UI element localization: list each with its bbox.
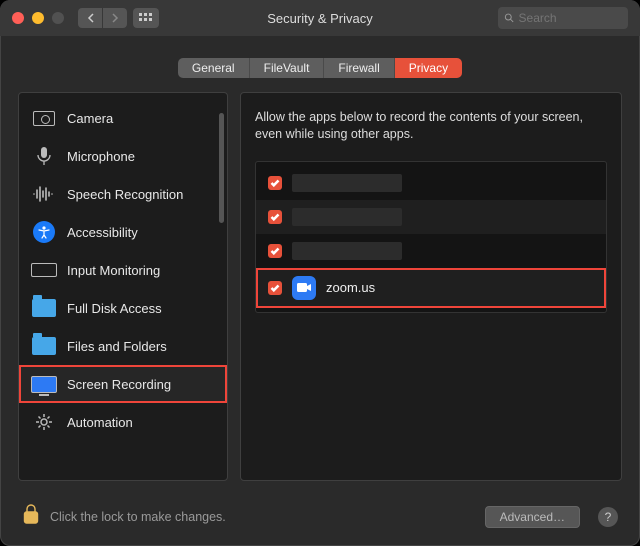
accessibility-icon	[31, 221, 57, 243]
app-checkbox[interactable]	[268, 210, 282, 224]
camera-icon	[31, 107, 57, 129]
gear-icon	[31, 411, 57, 433]
titlebar: Security & Privacy	[0, 0, 640, 36]
content-pane: Allow the apps below to record the conte…	[240, 92, 622, 481]
sidebar-item-label: Accessibility	[67, 225, 138, 240]
sidebar-item-microphone[interactable]: Microphone	[19, 137, 227, 175]
keyboard-icon	[31, 259, 57, 281]
tab-privacy[interactable]: Privacy	[395, 58, 462, 78]
advanced-button[interactable]: Advanced…	[485, 506, 580, 528]
search-input[interactable]	[519, 11, 622, 25]
tab-filevault[interactable]: FileVault	[250, 58, 325, 78]
sidebar-item-files-folders[interactable]: Files and Folders	[19, 327, 227, 365]
lock-message: Click the lock to make changes.	[50, 510, 475, 524]
back-button[interactable]	[78, 8, 102, 28]
sidebar-item-label: Automation	[67, 415, 133, 430]
folder-icon	[31, 297, 57, 319]
sidebar-item-label: Screen Recording	[67, 377, 171, 392]
sidebar-item-label: Input Monitoring	[67, 263, 160, 278]
app-row[interactable]	[256, 234, 606, 268]
tab-general[interactable]: General	[178, 58, 250, 78]
redacted-app-name	[292, 208, 402, 226]
nav-buttons	[78, 8, 127, 28]
sidebar-item-accessibility[interactable]: Accessibility	[19, 213, 227, 251]
app-list: zoom.us	[255, 161, 607, 313]
sidebar-item-label: Speech Recognition	[67, 187, 183, 202]
sidebar-scrollbar[interactable]	[219, 113, 224, 223]
forward-button[interactable]	[103, 8, 127, 28]
search-field[interactable]	[498, 7, 628, 29]
app-name: zoom.us	[326, 280, 375, 295]
waveform-icon	[31, 183, 57, 205]
sidebar-item-screen-recording[interactable]: Screen Recording	[19, 365, 227, 403]
zoom-window-button[interactable]	[52, 12, 64, 24]
footer: Click the lock to make changes. Advanced…	[0, 493, 640, 546]
description-text: Allow the apps below to record the conte…	[255, 109, 607, 143]
help-button[interactable]: ?	[598, 507, 618, 527]
microphone-icon	[31, 145, 57, 167]
app-row[interactable]	[256, 166, 606, 200]
tab-bar: General FileVault Firewall Privacy	[0, 58, 640, 78]
redacted-app-name	[292, 242, 402, 260]
search-icon	[504, 12, 515, 24]
video-camera-icon	[292, 276, 316, 300]
sidebar-item-label: Microphone	[67, 149, 135, 164]
sidebar-item-label: Full Disk Access	[67, 301, 162, 316]
sidebar-item-label: Camera	[67, 111, 113, 126]
app-row[interactable]	[256, 200, 606, 234]
lock-icon[interactable]	[22, 503, 40, 530]
window-controls	[12, 12, 64, 24]
close-window-button[interactable]	[12, 12, 24, 24]
sidebar-item-input-monitoring[interactable]: Input Monitoring	[19, 251, 227, 289]
minimize-window-button[interactable]	[32, 12, 44, 24]
sidebar-item-camera[interactable]: Camera	[19, 99, 227, 137]
sidebar-item-label: Files and Folders	[67, 339, 167, 354]
sidebar-item-speech[interactable]: Speech Recognition	[19, 175, 227, 213]
sidebar-item-automation[interactable]: Automation	[19, 403, 227, 441]
sidebar-item-full-disk[interactable]: Full Disk Access	[19, 289, 227, 327]
folder-icon	[31, 335, 57, 357]
app-checkbox[interactable]	[268, 176, 282, 190]
app-row-zoom[interactable]: zoom.us	[256, 268, 606, 308]
redacted-app-name	[292, 174, 402, 192]
app-checkbox[interactable]	[268, 281, 282, 295]
show-all-button[interactable]	[133, 8, 159, 28]
tab-firewall[interactable]: Firewall	[324, 58, 394, 78]
preferences-window: Security & Privacy General FileVault Fir…	[0, 0, 640, 546]
screen-icon	[31, 373, 57, 395]
privacy-sidebar: Camera Microphone Speech Recognition Acc…	[18, 92, 228, 481]
app-checkbox[interactable]	[268, 244, 282, 258]
